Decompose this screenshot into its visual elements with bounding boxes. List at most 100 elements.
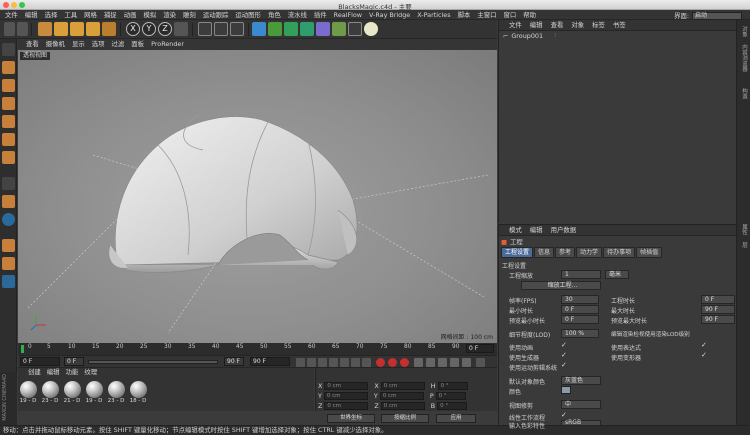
preview-max-field[interactable]: 90 F xyxy=(701,315,735,324)
apply-button[interactable]: 应用 xyxy=(436,414,476,423)
interface-dropdown[interactable]: 启动 xyxy=(692,12,742,20)
render-picture-viewer-icon[interactable] xyxy=(214,22,228,36)
menu-animate[interactable]: 动画 xyxy=(120,10,140,20)
menu-file[interactable]: 文件 xyxy=(0,10,21,20)
use-animation-checkbox[interactable]: ✓ xyxy=(561,341,567,349)
material-menu-create[interactable]: 创建 xyxy=(18,368,44,377)
view-clipping-dropdown[interactable]: 中 xyxy=(561,400,601,409)
size-z-field[interactable]: 0 cm xyxy=(380,401,425,410)
current-frame-marker[interactable] xyxy=(21,345,24,353)
project-time-field[interactable]: 0 F xyxy=(701,295,735,304)
range-slider[interactable] xyxy=(88,360,218,364)
tab-interpolation[interactable]: 帧插值 xyxy=(636,247,663,258)
strip-tab-content-browser[interactable]: 内容浏览器 xyxy=(740,44,748,72)
undo-button[interactable] xyxy=(4,22,15,36)
viewport-menu-display[interactable]: 显示 xyxy=(68,39,88,50)
fps-field[interactable]: 30 xyxy=(561,295,599,304)
project-scale-field[interactable]: 1 xyxy=(561,270,601,279)
viewport-menu-prorender[interactable]: ProRender xyxy=(148,39,188,50)
attribute-menu-edit[interactable]: 编辑 xyxy=(526,225,547,236)
previous-frame-icon[interactable] xyxy=(318,358,327,367)
array-icon[interactable] xyxy=(300,22,314,36)
sculpt-icon[interactable] xyxy=(2,239,15,252)
paint-icon[interactable] xyxy=(2,257,15,270)
use-generators-checkbox[interactable]: ✓ xyxy=(561,351,567,359)
viewport-menu-panel[interactable]: 面板 xyxy=(128,39,148,50)
object-menu-file[interactable]: 文件 xyxy=(499,20,526,31)
pen-spline-icon[interactable] xyxy=(268,22,282,36)
current-frame-field[interactable]: 0 F xyxy=(466,344,494,353)
position-y-field[interactable]: 0 cm xyxy=(323,391,368,400)
material-swatch[interactable]: 21 - D xyxy=(62,381,82,409)
strip-tab-structure[interactable]: 构造 xyxy=(740,88,748,99)
polygons-mode-icon[interactable] xyxy=(2,151,15,164)
key-rotation-icon[interactable] xyxy=(438,358,447,367)
strip-tab-objects[interactable]: 对象 xyxy=(740,26,748,37)
render-settings-icon[interactable] xyxy=(230,22,244,36)
edges-mode-icon[interactable] xyxy=(2,133,15,146)
environment-icon[interactable] xyxy=(332,22,346,36)
menu-snap[interactable]: 捕捉 xyxy=(100,10,120,20)
strip-tab-layers[interactable]: 层 xyxy=(740,242,748,248)
perspective-viewport[interactable]: 透视视图 网格间距 : 100 cm xyxy=(18,50,497,343)
material-menu-edit[interactable]: 编辑 xyxy=(44,368,63,377)
viewport-menu-view[interactable]: 查看 xyxy=(18,39,42,50)
redo-button[interactable] xyxy=(17,22,28,36)
menu-window[interactable]: 窗口 xyxy=(500,10,520,20)
menu-plugins[interactable]: 插件 xyxy=(310,10,330,20)
render-view-icon[interactable] xyxy=(198,22,212,36)
tab-dynamics[interactable]: 动力学 xyxy=(576,247,603,258)
menu-character[interactable]: 角色 xyxy=(264,10,284,20)
model-mode-icon[interactable] xyxy=(2,61,15,74)
play-icon[interactable] xyxy=(329,358,338,367)
menu-tools[interactable]: 工具 xyxy=(61,10,81,20)
cube-icon[interactable] xyxy=(252,22,266,36)
menu-vray[interactable]: V-Ray Bridge xyxy=(366,10,414,20)
object-menu-edit[interactable]: 编辑 xyxy=(526,20,547,31)
timeline-menu-icon[interactable] xyxy=(476,358,485,367)
snap-icon[interactable] xyxy=(2,213,15,226)
menu-help[interactable]: 帮助 xyxy=(520,10,540,20)
input-color-profile-dropdown[interactable]: sRGB xyxy=(561,420,601,426)
use-deformers-checkbox[interactable]: ✓ xyxy=(701,351,707,359)
key-scale-icon[interactable] xyxy=(426,358,435,367)
rotation-b-field[interactable]: 0 ° xyxy=(437,401,468,410)
make-editable-icon[interactable] xyxy=(2,43,15,56)
live-selection-icon[interactable] xyxy=(38,22,52,36)
end-frame-field[interactable]: 90 F xyxy=(224,357,244,366)
points-mode-icon[interactable] xyxy=(2,115,15,128)
go-to-end-icon[interactable] xyxy=(362,358,371,367)
subdivision-surface-icon[interactable] xyxy=(284,22,298,36)
material-swatch[interactable]: 19 - D xyxy=(84,381,104,409)
rotation-p-field[interactable]: 0 ° xyxy=(435,391,466,400)
workplane-icon[interactable] xyxy=(2,97,15,110)
min-time-field[interactable]: 0 F xyxy=(561,305,599,314)
max-time-field[interactable]: 90 F xyxy=(701,305,735,314)
viewport-menu-options[interactable]: 选项 xyxy=(88,39,108,50)
size-x-field[interactable]: 0 cm xyxy=(380,381,425,390)
visibility-dots-icon[interactable]: ⁝ xyxy=(554,33,556,39)
object-menu-objects[interactable]: 对象 xyxy=(567,20,588,31)
axis-mode-icon[interactable] xyxy=(2,177,15,190)
preview-min-field[interactable]: 0 F xyxy=(561,315,599,324)
z-axis-lock-button[interactable]: Z xyxy=(158,22,172,36)
menu-xparticles[interactable]: X-Particles xyxy=(414,10,454,20)
scale-project-button[interactable]: 缩放工程... xyxy=(521,281,601,290)
linear-workflow-checkbox[interactable]: ✓ xyxy=(561,411,567,419)
menu-sculpt[interactable]: 雕刻 xyxy=(180,10,200,20)
lod-field[interactable]: 100 % xyxy=(561,329,599,338)
rotation-h-field[interactable]: 0 ° xyxy=(437,381,468,390)
menu-simulate[interactable]: 模拟 xyxy=(140,10,160,20)
tweak-mode-icon[interactable] xyxy=(2,195,15,208)
tab-project-settings[interactable]: 工程设置 xyxy=(501,247,534,258)
go-to-start-icon[interactable] xyxy=(296,358,305,367)
menu-pipeline[interactable]: 流水线 xyxy=(284,10,310,20)
next-key-icon[interactable] xyxy=(351,358,360,367)
layer-icon[interactable] xyxy=(2,275,15,288)
default-color-dropdown[interactable]: 灰蓝色 xyxy=(561,376,601,385)
key-pla-icon[interactable] xyxy=(462,358,471,367)
keyframe-selection-icon[interactable] xyxy=(400,358,409,367)
material-menu-texture[interactable]: 纹理 xyxy=(81,368,100,377)
scale-tool-icon[interactable] xyxy=(70,22,84,36)
color-swatch[interactable] xyxy=(561,386,571,394)
